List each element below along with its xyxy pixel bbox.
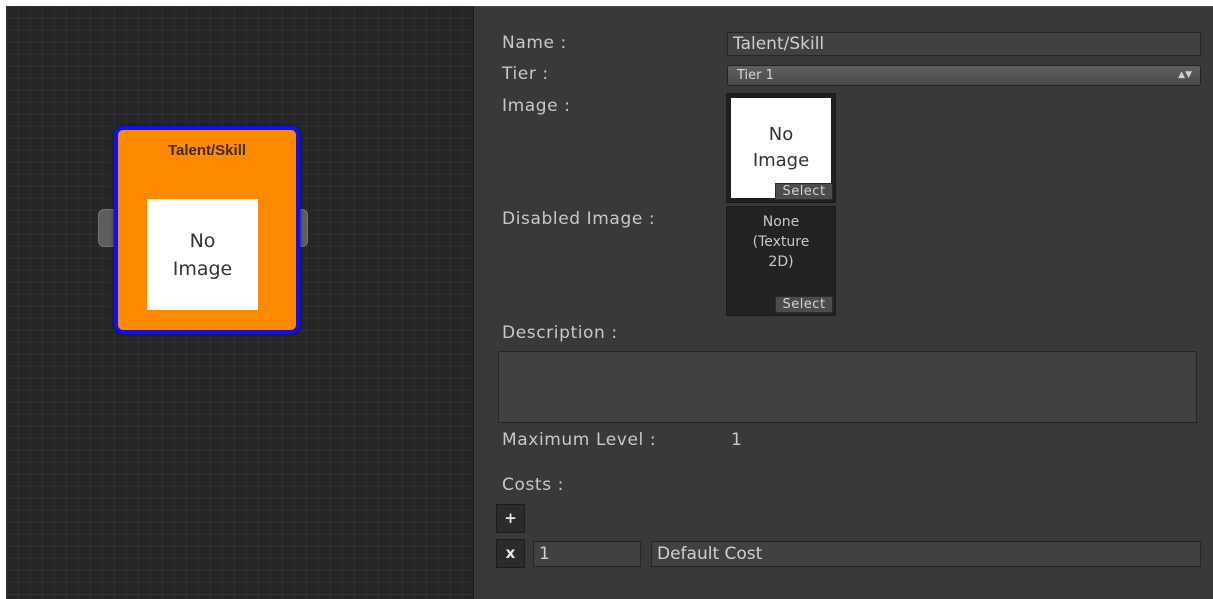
add-cost-button[interactable]: +: [496, 504, 525, 533]
image-label: Image :: [502, 96, 571, 116]
tier-dropdown[interactable]: Tier 1 ▲▼: [727, 65, 1201, 86]
image-select-button[interactable]: Select: [775, 183, 833, 200]
talent-node[interactable]: Talent/Skill No Image: [114, 126, 300, 334]
max-level-label: Maximum Level :: [502, 430, 657, 450]
node-image-placeholder: No Image: [147, 199, 258, 310]
tier-dropdown-value: Tier 1: [737, 68, 774, 83]
disabled-image-select-button[interactable]: Select: [775, 296, 833, 313]
image-texture-field[interactable]: No Image Select: [726, 93, 836, 203]
description-textarea[interactable]: [498, 351, 1197, 423]
name-field[interactable]: Talent/Skill: [727, 32, 1201, 56]
cost-amount-field[interactable]: 1: [533, 541, 641, 567]
node-graph-canvas[interactable]: Talent/Skill No Image: [6, 6, 473, 599]
tier-label: Tier :: [502, 64, 549, 84]
node-title: Talent/Skill: [167, 142, 247, 159]
costs-label: Costs :: [502, 475, 564, 495]
max-level-value: 1: [731, 430, 743, 450]
disabled-image-none-text: None (Texture 2D): [752, 214, 810, 270]
disabled-image-label: Disabled Image :: [502, 209, 656, 229]
inspector-panel: Name : Talent/Skill Tier : Tier 1 ▲▼ Ima…: [473, 6, 1213, 599]
remove-cost-button[interactable]: x: [496, 539, 525, 568]
name-label: Name :: [502, 33, 567, 53]
cost-name-field[interactable]: Default Cost: [651, 541, 1201, 567]
editor-window: Talent/Skill No Image Name : Talent/Skil…: [6, 6, 1213, 599]
description-label: Description :: [502, 323, 618, 343]
updown-arrow-icon: ▲▼: [1178, 70, 1192, 80]
disabled-image-texture-field[interactable]: None (Texture 2D) Select: [726, 206, 836, 316]
